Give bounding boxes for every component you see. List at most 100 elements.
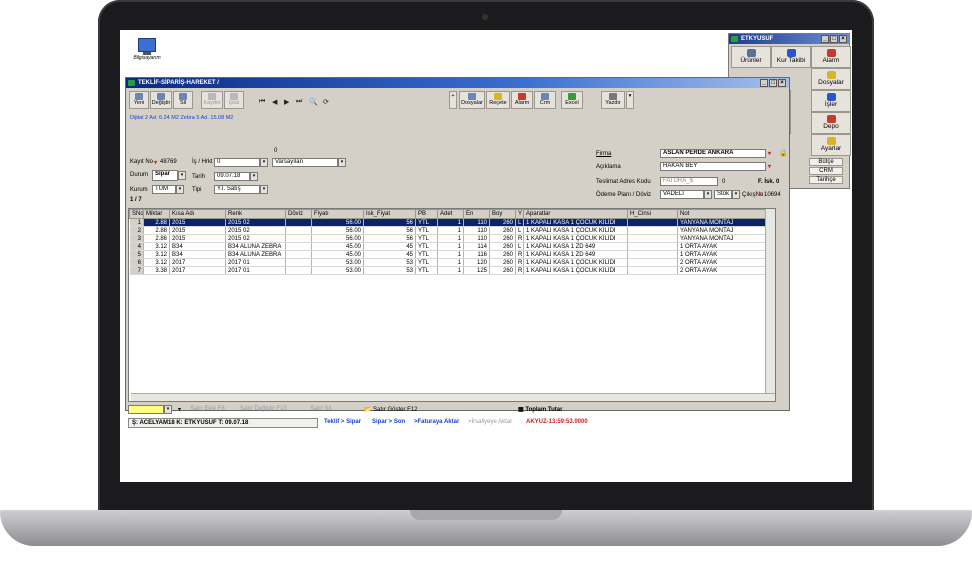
horizontal-scrollbar[interactable] <box>131 393 775 401</box>
total-amount-button[interactable]: ▦ Toplam Tutar <box>518 406 562 413</box>
column-header[interactable]: Isk_Fiyat <box>363 209 416 219</box>
maximize-button[interactable]: □ <box>769 79 777 87</box>
recipe-button[interactable]: Reçete <box>486 91 510 109</box>
column-header[interactable]: Miktar <box>143 209 170 219</box>
add-row-button[interactable]: Satır Ekle F8 <box>190 406 225 412</box>
show-row-button[interactable]: 📂 Satır Göster F12 <box>364 406 418 413</box>
table-row[interactable]: 5 3.12 B34 B34 ALUNA ZEBRA 45.00 45 YTL 1 116 260… <box>129 250 775 259</box>
tarihce-button[interactable]: Tarihçe <box>809 176 843 184</box>
table-cell: 1 <box>437 226 464 235</box>
f-isk-label: F. İsk. <box>758 179 775 185</box>
cancel-button[interactable]: İptal <box>224 91 244 109</box>
sipar-to-son-button[interactable]: Sipar > Son <box>372 419 405 425</box>
column-header[interactable]: SNo <box>129 209 144 219</box>
first-record-button[interactable]: ⏮ <box>259 98 265 106</box>
desktop-icon-computer[interactable]: Bilgisayarım <box>132 38 162 61</box>
column-header[interactable]: Not <box>677 209 775 219</box>
is-hrkt-input[interactable]: 0 <box>214 158 260 167</box>
files-button[interactable]: Dosyalar <box>459 91 485 109</box>
table-row[interactable]: 7 3.38 2017 2017 01 53.00 53 YTL 1 125 260 R 1 KAPA… <box>129 266 775 275</box>
table-row[interactable]: 6 3.12 2017 2017 01 53.00 53 YTL 1 120 260 R 1 KAPA… <box>129 258 775 267</box>
durum-dropdown[interactable]: ▾ <box>178 171 186 180</box>
is-hrkt-dropdown[interactable]: ▾ <box>260 158 268 167</box>
alarm-button[interactable]: Alarm <box>511 91 533 109</box>
tipi-dropdown[interactable]: ▾ <box>260 185 268 194</box>
butce-button[interactable]: Bütçe <box>809 158 843 166</box>
kurum-label: Kurum <box>130 187 148 193</box>
ayarlar-button[interactable]: Ayarlar <box>811 134 851 156</box>
crm-button[interactable]: Crm <box>534 91 556 109</box>
prev-record-button[interactable]: ◀ <box>272 98 277 106</box>
new-button[interactable]: Yeni <box>129 91 149 109</box>
vertical-scrollbar[interactable] <box>765 209 775 401</box>
record-position: 1 / 7 <box>130 197 142 203</box>
kurum-dropdown[interactable]: ▾ <box>176 185 184 194</box>
stok-select[interactable]: Stok <box>714 190 732 199</box>
firma-input[interactable]: ASLAN PERDE ANKARA <box>660 149 766 158</box>
close-button[interactable]: × <box>778 79 786 87</box>
tarih-dropdown[interactable]: ▾ <box>250 172 258 181</box>
minimize-button[interactable]: _ <box>760 79 768 87</box>
edit-row-button[interactable]: Satır Değiştir F10 <box>240 406 287 412</box>
varsayilan-dropdown[interactable]: ▾ <box>338 158 346 167</box>
alarm-button[interactable]: Alarm <box>811 46 851 68</box>
row-filter-select[interactable] <box>128 405 164 414</box>
refresh-button[interactable]: ⟳ <box>323 98 329 106</box>
find-button[interactable]: 🔍 <box>309 98 318 106</box>
minimize-button[interactable]: _ <box>821 35 829 43</box>
waybill-transfer-button[interactable]: >İrsaliyeye Aktar <box>468 419 512 425</box>
column-header[interactable]: Boy <box>489 209 516 219</box>
maximize-button[interactable]: □ <box>830 35 838 43</box>
column-header[interactable]: H_Cinsi <box>627 209 678 219</box>
varsayilan-select[interactable]: Varsayılan <box>272 158 338 167</box>
odeme-dropdown[interactable]: ▾ <box>704 190 712 199</box>
bottom-bar: ▾ ▾ Satır Ekle F8 Satır Değiştir F10 Sat… <box>128 405 788 429</box>
column-header[interactable]: Kısa Adı <box>169 209 226 219</box>
table-row[interactable]: 2 2.88 2015 2015 02 56.00 56 YTL 1 110 260 L 1 KAPA… <box>129 226 775 235</box>
column-header[interactable]: Adet <box>437 209 464 219</box>
teklif-to-sipar-button[interactable]: Teklif > Sipar <box>324 419 361 425</box>
table-row[interactable]: 4 3.12 B34 B34 ALUNA ZEBRA 45.00 45 YTL 1 114 260… <box>129 242 775 251</box>
print-dropdown-button[interactable]: ▾ <box>626 91 634 109</box>
column-header[interactable]: PB <box>415 209 438 219</box>
tipi-select[interactable]: Y.İ. Satış <box>214 185 260 194</box>
isler-button[interactable]: İşler <box>811 90 851 112</box>
dosyalar-button[interactable]: Dosyalar <box>811 68 851 90</box>
column-header[interactable]: Döviz <box>285 209 312 219</box>
aciklama-dropdown-icon[interactable]: ▾ <box>768 163 771 170</box>
kur-takibi-button[interactable]: Kur Takibi <box>771 46 811 68</box>
durum-label: Durum <box>130 172 149 178</box>
firma-dropdown-icon[interactable]: ▾ <box>768 150 771 157</box>
column-header[interactable]: Y <box>515 209 524 219</box>
stok-dropdown[interactable]: ▾ <box>732 190 740 199</box>
add-button[interactable]: + <box>449 91 457 109</box>
delete-button[interactable]: Sil <box>173 91 193 109</box>
table-cell: 2 <box>129 226 144 235</box>
edit-button[interactable]: Değiştir <box>150 91 172 109</box>
crm-button[interactable]: CRM <box>809 167 843 175</box>
column-header[interactable]: En <box>463 209 490 219</box>
table-row[interactable]: 1 2.88 2015 2015 02 56.00 56 YTL 1 110 260 L 1 KAPA… <box>129 218 775 227</box>
next-record-button[interactable]: ▶ <box>284 98 289 106</box>
urunler-button[interactable]: Ürünler <box>731 46 771 68</box>
excel-button[interactable]: Excel <box>561 91 583 109</box>
tarih-input[interactable]: 09.07.18 <box>214 172 250 181</box>
aciklama-input[interactable]: HAKAN BEY <box>660 162 766 171</box>
odeme-select[interactable]: VADELİ <box>660 190 704 199</box>
delete-row-button[interactable]: Satır Sil <box>310 406 331 412</box>
durum-select[interactable]: Sipar <box>152 170 178 181</box>
table-row[interactable]: 3 2.86 2015 2015 02 56.00 56 YTL 1 110 260 R 1 KAPA… <box>129 234 775 243</box>
column-header[interactable]: Fiyatı <box>311 209 364 219</box>
row-filter-dropdown[interactable]: ▾ <box>164 405 172 414</box>
column-header[interactable]: Aparatlar <box>523 209 628 219</box>
kurum-select[interactable]: TUM <box>152 185 176 194</box>
close-button[interactable]: × <box>839 35 847 43</box>
table-cell: 2015 02 <box>225 226 286 235</box>
print-button[interactable]: Yazdır <box>601 91 625 109</box>
save-button[interactable]: Kaydet <box>201 91 223 109</box>
last-record-button[interactable]: ⏭ <box>296 98 302 106</box>
teslimat-input[interactable]: FATURA_$ <box>660 177 718 186</box>
invoice-transfer-button[interactable]: >Faturaya Aktar <box>414 419 459 425</box>
depo-button[interactable]: Depo <box>811 112 851 134</box>
column-header[interactable]: Renk <box>225 209 286 219</box>
